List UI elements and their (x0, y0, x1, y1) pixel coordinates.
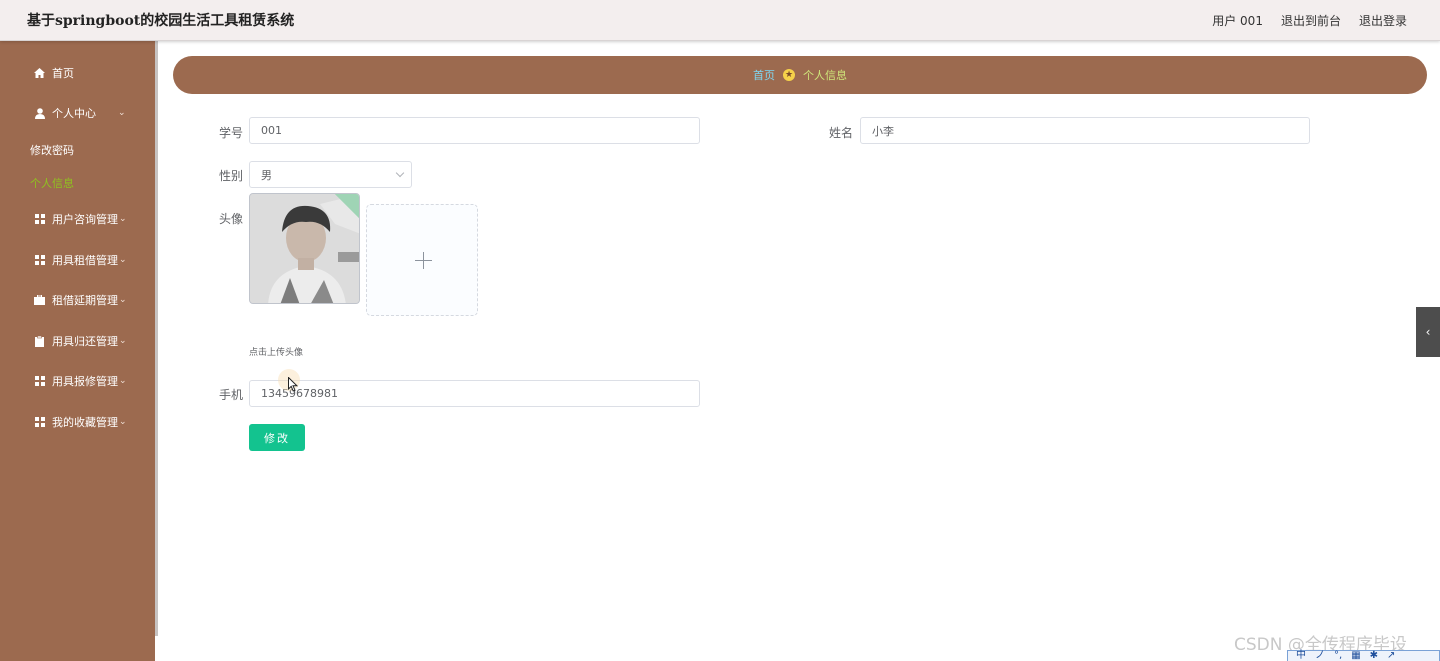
phone-field[interactable]: 13459678981 (249, 380, 700, 407)
sidebar-item-rent-management[interactable]: 用具租借管理 ⌄ (0, 245, 155, 275)
sidebar-item-consult-management[interactable]: 用户咨询管理 ⌄ (0, 204, 155, 234)
sidebar-item-return-management[interactable]: 用具归还管理 ⌄ (0, 326, 155, 356)
sidebar-item-label: 租借延期管理 (52, 294, 118, 307)
breadcrumb-current: 个人信息 (803, 69, 847, 82)
briefcase-icon (34, 295, 45, 306)
ime-item[interactable]: 中 (1296, 651, 1306, 661)
sidebar-item-repair-management[interactable]: 用具报修管理 ⌄ (0, 366, 155, 396)
sidebar-item-personal-center[interactable]: 个人中心 ⌄ (0, 98, 155, 128)
star-icon: ★ (783, 69, 795, 81)
student-id-label: 学号 (219, 126, 244, 140)
phone-label: 手机 (219, 388, 244, 402)
grid-icon (34, 417, 45, 428)
chevron-down-icon: ⌄ (119, 336, 127, 346)
sidebar-item-home[interactable]: 首页 (0, 58, 155, 88)
side-panel-toggle[interactable]: ‹ (1416, 307, 1440, 357)
sidebar-item-extend-management[interactable]: 租借延期管理 ⌄ (0, 285, 155, 315)
ime-item[interactable]: ↗ (1387, 651, 1395, 661)
avatar-image[interactable] (249, 193, 360, 304)
sidebar-item-label: 个人中心 (52, 107, 96, 120)
chevron-down-icon (395, 168, 405, 178)
back-to-front-link[interactable]: 退出到前台 (1281, 12, 1341, 29)
grid-icon (34, 255, 45, 266)
logout-link[interactable]: 退出登录 (1359, 12, 1407, 29)
clipboard-icon (34, 335, 45, 347)
chevron-down-icon: ⌄ (118, 108, 126, 118)
name-label: 姓名 (829, 126, 854, 140)
chevron-down-icon: ⌄ (119, 376, 127, 386)
user-icon (34, 107, 45, 119)
chevron-left-icon: ‹ (1425, 325, 1431, 339)
avatar-upload-button[interactable] (366, 204, 478, 316)
grid-icon (34, 376, 45, 387)
gender-select[interactable]: 男 (249, 161, 412, 188)
top-header: 基于springboot的校园生活工具租赁系统 用户 001 退出到前台 退出登… (0, 0, 1440, 41)
name-field[interactable]: 小李 (860, 117, 1310, 144)
grid-icon (34, 214, 45, 225)
gender-selected-value: 男 (261, 168, 272, 182)
sidebar-subitem-change-password[interactable]: 修改密码 (30, 142, 74, 158)
header-actions: 用户 001 退出到前台 退出登录 (1212, 12, 1407, 29)
avatar-photo (250, 194, 359, 303)
sidebar-item-label: 首页 (52, 67, 74, 80)
sidebar-item-label: 我的收藏管理 (52, 416, 118, 429)
sidebar-item-label: 用户咨询管理 (52, 213, 118, 226)
breadcrumb: 首页 ★ 个人信息 (173, 56, 1427, 94)
avatar-label: 头像 (219, 212, 244, 226)
ime-toolbar: 中 ノ °, ▦ ✱ ↗ (1287, 650, 1440, 661)
sidebar-item-label: 用具归还管理 (52, 335, 118, 348)
home-icon (34, 68, 45, 79)
mouse-cursor-icon (288, 376, 299, 396)
sidebar-divider (155, 41, 158, 636)
chevron-down-icon: ⌄ (119, 214, 127, 224)
sidebar-item-label: 用具租借管理 (52, 254, 118, 267)
student-id-field[interactable]: 001 (249, 117, 700, 144)
sidebar-item-label: 用具报修管理 (52, 375, 118, 388)
ime-item[interactable]: ✱ (1370, 651, 1378, 661)
chevron-down-icon: ⌄ (119, 295, 127, 305)
upload-hint-text: 点击上传头像 (249, 348, 304, 358)
chevron-down-icon: ⌄ (119, 417, 127, 427)
sidebar: 首页 个人中心 ⌄ 修改密码 个人信息 用户咨询管理 ⌄ 用具租借管理 ⌄ 租借… (0, 41, 155, 661)
sidebar-subitem-personal-info[interactable]: 个人信息 (30, 175, 74, 191)
app-title: 基于springboot的校园生活工具租赁系统 (27, 13, 295, 29)
ime-item[interactable]: ノ (1315, 651, 1325, 661)
submit-button[interactable]: 修改 (249, 424, 305, 451)
current-user-label: 用户 001 (1212, 14, 1263, 28)
ime-item[interactable]: ▦ (1351, 651, 1360, 661)
breadcrumb-home-link[interactable]: 首页 (753, 67, 775, 83)
sidebar-item-favorites-management[interactable]: 我的收藏管理 ⌄ (0, 407, 155, 437)
chevron-down-icon: ⌄ (119, 255, 127, 265)
ime-item[interactable]: °, (1334, 651, 1342, 661)
gender-label: 性别 (219, 169, 244, 183)
